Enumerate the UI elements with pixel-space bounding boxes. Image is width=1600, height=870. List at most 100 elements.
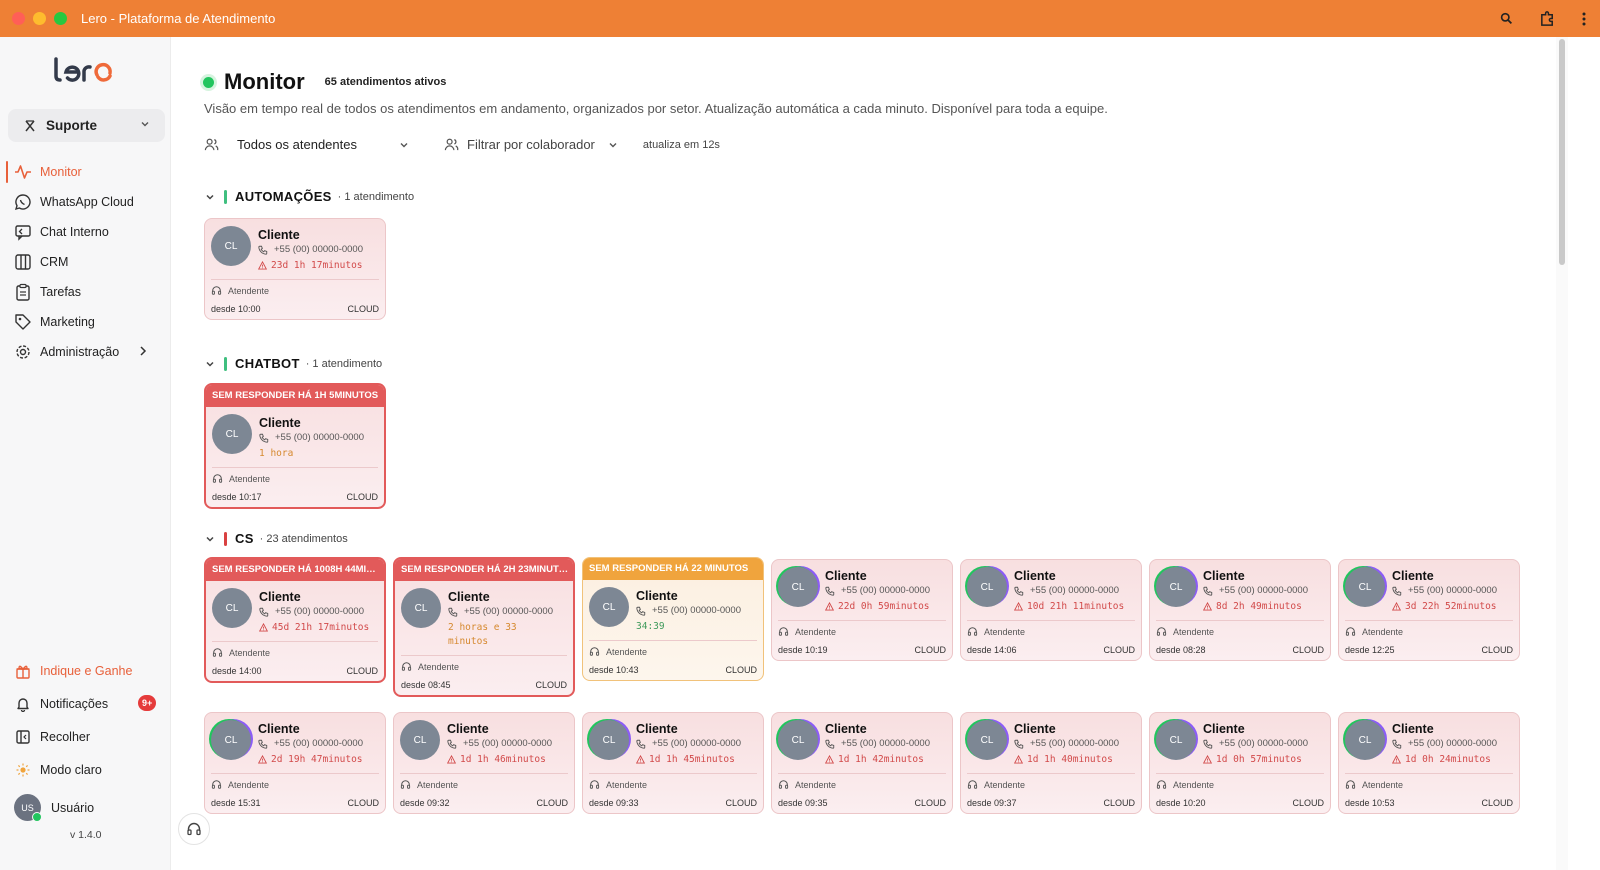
nav-item-crm[interactable]: CRM: [0, 247, 171, 277]
agent-assignee[interactable]: Atendente: [1345, 774, 1513, 790]
card-footer: desde 10:43 CLOUD: [589, 657, 757, 680]
client-phone: +55 (00) 00000-0000: [259, 606, 378, 617]
client-name: Cliente: [259, 416, 301, 430]
warning-icon: [825, 755, 834, 764]
nav-item-monitor[interactable]: Monitor: [0, 157, 171, 187]
agent-assignee[interactable]: Atendente: [778, 621, 946, 637]
ticket-card[interactable]: CL Cliente +55 (00) 00000-0000 2d 19h 47…: [204, 712, 386, 814]
agent-name: Atendente: [795, 779, 837, 790]
group-header-automacoes[interactable]: AUTOMAÇÕES · 1 atendimento: [204, 189, 414, 204]
agent-assignee[interactable]: Atendente: [1156, 621, 1324, 637]
group-count: · 1 atendimento: [337, 190, 415, 203]
search-icon[interactable]: [1500, 12, 1513, 25]
card-footer: desde 09:37 CLOUD: [967, 790, 1135, 813]
since-time: desde 10:43: [589, 665, 639, 675]
agent-assignee[interactable]: Atendente: [967, 621, 1135, 637]
agent-name: Atendente: [606, 779, 648, 790]
agent-assignee[interactable]: Atendente: [1345, 621, 1513, 637]
ticket-card[interactable]: CL Cliente +55 (00) 00000-0000 10d 21h 1…: [960, 559, 1142, 661]
nav-item-marketing[interactable]: Marketing: [0, 307, 171, 337]
agent-assignee[interactable]: Atendente: [589, 774, 757, 790]
sidebar-bottom: Indique e Ganhe Notificações 9+ Recolher…: [0, 654, 171, 786]
sector-selector[interactable]: Suporte: [8, 109, 165, 142]
client-avatar: CL: [211, 720, 251, 760]
nav-item-administracao[interactable]: Administração: [0, 337, 171, 367]
nav-label: Administração: [40, 345, 120, 359]
maximize-window-button[interactable]: [54, 12, 67, 25]
scrollbar[interactable]: [1556, 37, 1568, 870]
ticket-card[interactable]: CL Cliente +55 (00) 00000-0000 1d 0h 24m…: [1338, 712, 1520, 814]
collapse-sidebar-button[interactable]: Recolher: [0, 720, 171, 753]
extension-icon[interactable]: [1539, 10, 1556, 27]
ticket-card[interactable]: CL Cliente +55 (00) 00000-0000 1d 1h 42m…: [771, 712, 953, 814]
ticket-card[interactable]: SEM RESPONDER HÁ 2H 23MINUTOS CL Cliente…: [393, 557, 575, 697]
agent-assignee[interactable]: Atendente: [211, 280, 379, 296]
user-name: Usuário: [51, 800, 95, 815]
collaborator-filter-dropdown[interactable]: Filtrar por colaborador: [444, 137, 619, 152]
close-window-button[interactable]: [12, 12, 25, 25]
nav-item-whatsapp-cloud[interactable]: WhatsApp Cloud: [0, 187, 171, 217]
client-avatar: CL: [401, 588, 441, 628]
client-avatar: CL: [967, 720, 1007, 760]
user-menu[interactable]: US Usuário: [14, 794, 95, 822]
activity-icon: [14, 163, 32, 181]
agent-assignee[interactable]: Atendente: [967, 774, 1135, 790]
group-name: CHATBOT: [235, 356, 300, 371]
notifications-button[interactable]: Notificações 9+: [0, 687, 171, 720]
ticket-card[interactable]: CL Cliente +55 (00) 00000-0000 1d 1h 40m…: [960, 712, 1142, 814]
channel-label: CLOUD: [725, 665, 757, 675]
client-phone: +55 (00) 00000-0000: [636, 738, 757, 749]
agent-assignee[interactable]: Atendente: [778, 774, 946, 790]
more-vertical-icon[interactable]: [1582, 12, 1586, 26]
agent-assignee[interactable]: Atendente: [400, 774, 568, 790]
ticket-card[interactable]: CL Cliente +55 (00) 00000-0000 1d 0h 57m…: [1149, 712, 1331, 814]
ticket-card[interactable]: CL Cliente +55 (00) 00000-0000 23d 1h 17…: [204, 218, 386, 320]
agent-assignee[interactable]: Atendente: [211, 774, 379, 790]
group-color-bar: [224, 531, 227, 546]
elapsed-time-text: 2 horas e 33 minutos: [448, 622, 517, 647]
elapsed-time: 10d 21h 11minutos: [1014, 600, 1135, 614]
card-footer: desde 08:45 CLOUD: [401, 672, 567, 695]
gift-icon: [14, 662, 32, 680]
channel-label: CLOUD: [914, 798, 946, 808]
group-color-bar: [224, 189, 227, 204]
card-footer: desde 12:25 CLOUD: [1345, 637, 1513, 660]
ticket-card[interactable]: CL Cliente +55 (00) 00000-0000 22d 0h 59…: [771, 559, 953, 661]
lero-logo[interactable]: [52, 57, 118, 88]
phone-icon: [1014, 739, 1024, 749]
agent-assignee[interactable]: Atendente: [589, 641, 757, 657]
elapsed-time: 34:39: [636, 620, 757, 634]
agent-assignee[interactable]: Atendente: [1156, 774, 1324, 790]
window-edge: [1568, 37, 1600, 870]
client-phone-text: +55 (00) 00000-0000: [274, 244, 364, 255]
minimize-window-button[interactable]: [33, 12, 46, 25]
scrollbar-thumb[interactable]: [1559, 39, 1565, 265]
nav-item-tarefas[interactable]: Tarefas: [0, 277, 171, 307]
agent-assignee[interactable]: Atendente: [212, 468, 378, 484]
agent-assignee[interactable]: Atendente: [212, 642, 378, 658]
collapse-label: Recolher: [40, 729, 91, 744]
phone-icon: [258, 739, 268, 749]
ticket-card[interactable]: CL Cliente +55 (00) 00000-0000 3d 22h 52…: [1338, 559, 1520, 661]
agent-assignee[interactable]: Atendente: [401, 656, 567, 672]
nav-item-chat-interno[interactable]: Chat Interno: [0, 217, 171, 247]
client-phone: +55 (00) 00000-0000: [1203, 738, 1324, 749]
card-footer: desde 09:32 CLOUD: [400, 790, 568, 813]
ticket-card[interactable]: SEM RESPONDER HÁ 22 MINUTOS CL Cliente +…: [582, 557, 764, 681]
agents-filter-dropdown[interactable]: Todos os atendentes: [204, 137, 414, 152]
client-phone: +55 (00) 00000-0000: [1014, 585, 1135, 596]
ticket-card[interactable]: CL Cliente +55 (00) 00000-0000 1d 1h 46m…: [393, 712, 575, 814]
support-headset-button[interactable]: [178, 813, 210, 845]
group-header-cs[interactable]: CS · 23 atendimentos: [204, 531, 348, 546]
main-nav: Monitor WhatsApp Cloud Chat Interno CRM …: [0, 157, 171, 367]
referral-link[interactable]: Indique e Ganhe: [0, 654, 171, 687]
ticket-card[interactable]: SEM RESPONDER HÁ 1008H 44MINUTOS CL Clie…: [204, 557, 386, 683]
ticket-card[interactable]: CL Cliente +55 (00) 00000-0000 1d 1h 45m…: [582, 712, 764, 814]
phone-icon: [448, 607, 458, 617]
group-header-chatbot[interactable]: CHATBOT · 1 atendimento: [204, 356, 382, 371]
ticket-card[interactable]: SEM RESPONDER HÁ 1H 5MINUTOS CL Cliente …: [204, 383, 386, 509]
ticket-card[interactable]: CL Cliente +55 (00) 00000-0000 8d 2h 49m…: [1149, 559, 1331, 661]
theme-toggle[interactable]: Modo claro: [0, 753, 171, 786]
elapsed-time-text: 1d 1h 45minutos: [649, 754, 735, 765]
client-avatar: CL: [212, 414, 252, 454]
